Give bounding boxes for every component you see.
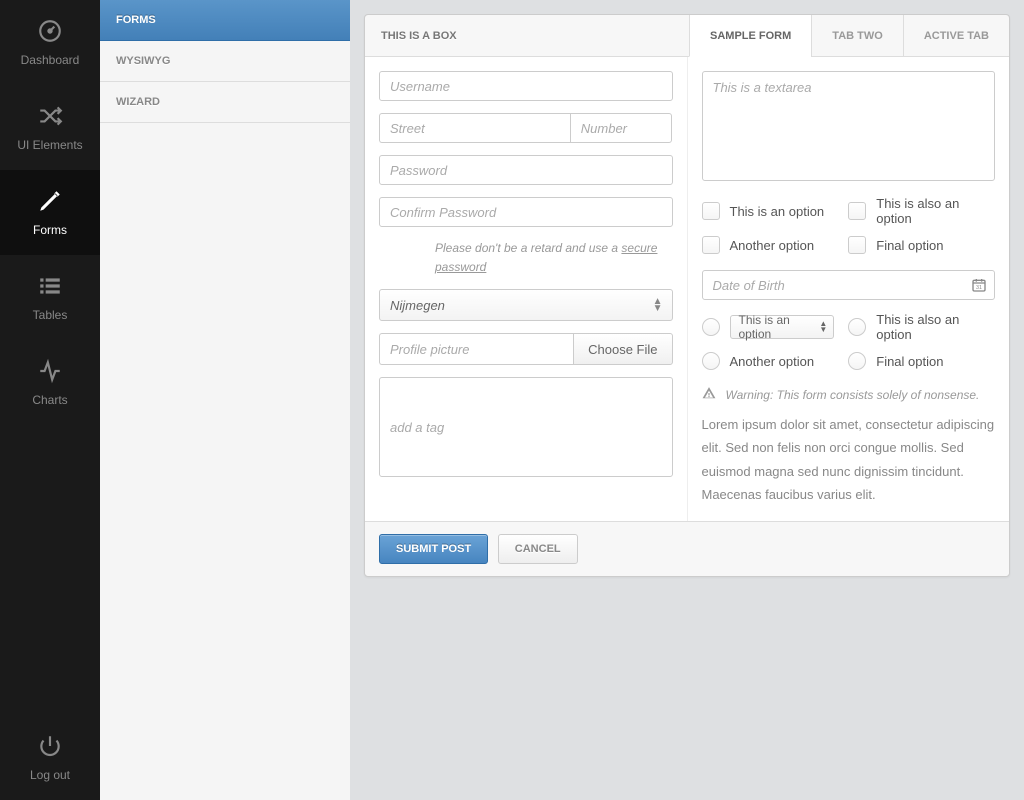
caret-icon: ▲▼ (653, 298, 663, 312)
checkbox-option-3[interactable]: Another option (702, 236, 849, 254)
sub-nav: Forms WYSIWYG Wizard (100, 0, 350, 800)
username-input[interactable] (379, 71, 673, 101)
checkbox-option-4[interactable]: Final option (848, 236, 995, 254)
subnav-wysiwyg[interactable]: WYSIWYG (100, 41, 350, 82)
radio-option-4[interactable]: Final option (848, 352, 995, 370)
checkbox-option-2[interactable]: This is also an option (848, 196, 995, 226)
radio-icon (848, 352, 866, 370)
pencil-icon (37, 188, 63, 217)
calendar-icon[interactable]: 31 (971, 277, 987, 293)
nav-label: Log out (30, 768, 70, 782)
caret-icon: ▲▼ (819, 321, 827, 333)
select-value: Nijmegen (390, 298, 445, 313)
main-nav: Dashboard UI Elements Forms Tables Chart… (0, 0, 100, 800)
nav-label: UI Elements (17, 138, 82, 152)
subnav-wizard[interactable]: Wizard (100, 82, 350, 123)
checkbox-option-1[interactable]: This is an option (702, 196, 849, 226)
tab-active[interactable]: Active Tab (903, 15, 1009, 56)
warning-icon (702, 386, 716, 403)
shuffle-icon (37, 103, 63, 132)
radio-option-3[interactable]: Another option (702, 352, 849, 370)
password-help: Please don't be a retard and use a secur… (379, 239, 673, 289)
nav-label: Forms (33, 223, 67, 237)
cancel-button[interactable]: Cancel (498, 534, 578, 564)
warning-text: Warning: This form consists solely of no… (726, 388, 980, 402)
submit-button[interactable]: Submit Post (379, 534, 488, 564)
tag-input[interactable] (379, 377, 673, 477)
box-title: This is a box (365, 30, 689, 42)
radio-group: Another option Final option (702, 352, 996, 380)
nav-label: Tables (33, 308, 68, 322)
svg-text:31: 31 (976, 285, 982, 291)
radio-select[interactable]: This is an option▲▼ (730, 315, 835, 339)
checkbox-icon (848, 202, 866, 220)
radio-icon (848, 318, 866, 336)
lorem-text: Lorem ipsum dolor sit amet, consectetur … (702, 413, 996, 507)
number-input[interactable] (570, 113, 673, 143)
tab-sample-form[interactable]: Sample Form (689, 15, 811, 57)
nav-logout[interactable]: Log out (0, 715, 100, 800)
power-icon (37, 733, 63, 762)
box-body: Please don't be a retard and use a secur… (365, 57, 1009, 521)
list-icon (37, 273, 63, 302)
content: This is a box Sample Form Tab Two Active… (350, 0, 1024, 800)
nav-label: Dashboard (21, 53, 80, 67)
profile-picture-input[interactable]: Profile picture (379, 333, 573, 365)
checkbox-icon (702, 236, 720, 254)
radio-icon (702, 318, 720, 336)
subnav-forms[interactable]: Forms (100, 0, 350, 41)
box-footer: Submit Post Cancel (365, 521, 1009, 576)
nav-tables[interactable]: Tables (0, 255, 100, 340)
box-header: This is a box Sample Form Tab Two Active… (365, 15, 1009, 57)
tab-two[interactable]: Tab Two (811, 15, 903, 56)
tabs: Sample Form Tab Two Active Tab (689, 15, 1009, 56)
textarea-input[interactable] (702, 71, 996, 181)
checkbox-group: This is an option This is also an option… (702, 196, 996, 264)
radio-icon (702, 352, 720, 370)
city-select[interactable]: Nijmegen ▲▼ (379, 289, 673, 321)
confirm-password-input[interactable] (379, 197, 673, 227)
nav-label: Charts (32, 393, 67, 407)
radio-option-2[interactable]: This is also an option (848, 312, 995, 342)
nav-forms[interactable]: Forms (0, 170, 100, 255)
radio-option-1[interactable]: This is an option▲▼ (702, 315, 849, 339)
nav-ui-elements[interactable]: UI Elements (0, 85, 100, 170)
nav-dashboard[interactable]: Dashboard (0, 0, 100, 85)
left-column: Please don't be a retard and use a secur… (365, 57, 688, 521)
street-input[interactable] (379, 113, 570, 143)
checkbox-icon (848, 236, 866, 254)
dashboard-icon (37, 18, 63, 47)
checkbox-icon (702, 202, 720, 220)
right-column: This is an option This is also an option… (688, 57, 1010, 521)
nav-charts[interactable]: Charts (0, 340, 100, 425)
activity-icon (37, 358, 63, 387)
choose-file-button[interactable]: Choose File (573, 333, 672, 365)
dob-input[interactable] (702, 270, 996, 300)
warning-row: Warning: This form consists solely of no… (702, 386, 996, 403)
form-box: This is a box Sample Form Tab Two Active… (364, 14, 1010, 577)
password-input[interactable] (379, 155, 673, 185)
